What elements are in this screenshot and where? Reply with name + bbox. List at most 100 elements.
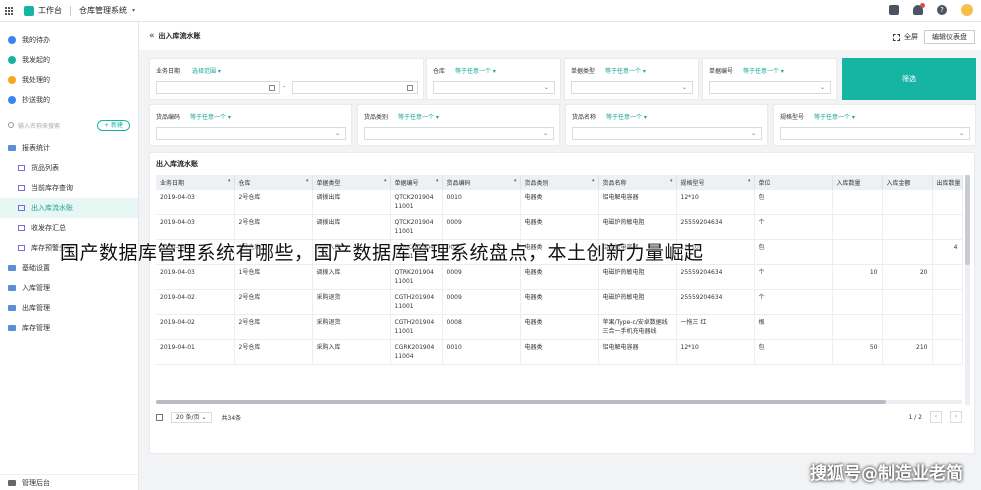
filter-mode-select[interactable]: 等于任意一个 ▾	[814, 112, 855, 121]
next-page-button[interactable]: ›	[950, 411, 962, 423]
column-header-label: 入库金额	[886, 180, 911, 187]
sidebar-item-1[interactable]: 我发起的	[0, 50, 138, 70]
table-cell: 电磁炉热敏电阻	[598, 214, 677, 240]
column-header[interactable]: 入库金额	[882, 175, 933, 190]
edit-dashboard-button[interactable]: 编辑仪表盘	[924, 30, 975, 44]
column-header[interactable]: 业务日期 ▾	[156, 175, 235, 190]
code-select[interactable]: ⌄	[156, 127, 346, 140]
sort-icon[interactable]: ▾	[384, 178, 387, 184]
filter-mode-select[interactable]: 等于任意一个 ▾	[398, 112, 439, 121]
sort-icon[interactable]: ▾	[514, 178, 517, 184]
warehouse-select[interactable]: ⌄	[433, 81, 555, 94]
table-cell	[832, 190, 883, 215]
column-header[interactable]: 货品类别 ▾	[520, 175, 599, 190]
category-select[interactable]: ⌄	[364, 127, 554, 140]
filter-mode-select[interactable]: 等于任意一个 ▾	[190, 112, 231, 121]
spec-select[interactable]: ⌄	[780, 127, 970, 140]
table-row[interactable]: 2019-04-02 2号仓库 采购退货 CGTH201904 11001 0009 电器…	[156, 289, 963, 315]
sidebar-group-inventory[interactable]: 库存管理	[0, 318, 138, 338]
avatar[interactable]	[961, 4, 973, 16]
vertical-scrollbar[interactable]	[965, 175, 970, 405]
column-header[interactable]: 货品名称 ▾	[598, 175, 677, 190]
sort-icon[interactable]: ▾	[670, 178, 673, 184]
sidebar-report-item[interactable]: 货品列表	[0, 158, 138, 178]
divider	[70, 5, 71, 16]
sidebar-group-inbound[interactable]: 入库管理	[0, 278, 138, 298]
admin-link[interactable]: 管理后台	[0, 474, 139, 490]
column-header[interactable]: 出库数量	[932, 175, 963, 190]
scroll-thumb[interactable]	[965, 175, 970, 265]
sidebar-group-outbound[interactable]: 出库管理	[0, 298, 138, 318]
filter-mode-select[interactable]: 等于任意一个 ▾	[605, 66, 646, 75]
doctype-select[interactable]: ⌄	[571, 81, 693, 94]
book-icon[interactable]	[889, 5, 899, 15]
chevron-down-icon[interactable]: ▾	[132, 7, 135, 14]
table-row[interactable]: 2019-04-01 2号仓库 采购入库 CGRK201904 11004 0010 电器…	[156, 339, 963, 365]
table-row[interactable]: 2019-04-03 2号仓库 调拨出库 QTCK201904 11001 0010 电器…	[156, 190, 963, 215]
search-icon	[8, 122, 14, 128]
chevron-down-icon: ⌄	[543, 84, 549, 91]
table-cell	[932, 314, 963, 340]
table-row[interactable]: 2019-04-03 1号仓库 调拨入库 QTRK201904 11001 0009 电器…	[156, 264, 963, 290]
table-cell: 电磁炉热敏电阻	[598, 264, 677, 290]
sort-icon[interactable]: ▾	[748, 178, 751, 184]
app-switcher[interactable]: 仓库管理系统	[79, 5, 127, 16]
sidebar-report-item[interactable]: 当前库存查询	[0, 178, 138, 198]
help-icon[interactable]: ?	[937, 5, 947, 15]
name-select[interactable]: ⌄	[572, 127, 762, 140]
table-cell: 个	[754, 289, 833, 315]
date-start-input[interactable]	[156, 81, 280, 94]
column-header[interactable]: 入库数量	[832, 175, 883, 190]
docno-select[interactable]: ⌄	[709, 81, 831, 94]
search-input[interactable]: 输入名称来搜索	[8, 119, 97, 131]
bell-icon[interactable]	[913, 3, 925, 15]
sidebar-group-reports[interactable]: 报表统计	[0, 138, 138, 158]
sort-icon[interactable]: ▾	[592, 178, 595, 184]
column-header-label: 单据类型	[316, 180, 341, 187]
layout-icon[interactable]	[156, 413, 163, 421]
table-row[interactable]: 2019-04-03 2号仓库 调拨出库 QTCK201904 11001 0009 电器…	[156, 214, 963, 240]
app-grid-icon[interactable]	[0, 0, 18, 22]
page-size-select[interactable]: 20 条/页 ⌄	[171, 411, 212, 423]
table-cell	[882, 190, 933, 215]
sidebar-item-0[interactable]: 我的待办	[0, 30, 138, 50]
table-cell: 12*10	[676, 190, 755, 215]
table-cell: 0009	[442, 214, 521, 240]
filter-submit-button[interactable]: 筛选	[842, 58, 976, 100]
column-header[interactable]: 货品编码 ▾	[442, 175, 521, 190]
folder-icon	[8, 265, 16, 271]
sidebar-report-item[interactable]: 收发存汇总	[0, 218, 138, 238]
sidebar-report-item[interactable]: 出入库流水账	[0, 198, 138, 218]
prev-page-button[interactable]: ‹	[930, 411, 942, 423]
table-cell: 个	[754, 264, 833, 290]
sidebar-item-3[interactable]: 抄送我的	[0, 90, 138, 110]
table-cell	[932, 264, 963, 290]
sort-icon[interactable]: ▾	[436, 178, 439, 184]
sidebar-item-2[interactable]: 我处理的	[0, 70, 138, 90]
table-cell	[882, 289, 933, 315]
table-row[interactable]: 2019-04-02 2号仓库 采购退货 CGTH201904 11001 0008 电器…	[156, 314, 963, 340]
column-header[interactable]: 规格型号 ▾	[676, 175, 755, 190]
sort-icon[interactable]: ▾	[228, 178, 231, 184]
column-header[interactable]: 单据类型 ▾	[312, 175, 391, 190]
fullscreen-button[interactable]: 全屏	[893, 32, 918, 42]
column-header[interactable]: 仓库 ▾	[234, 175, 313, 190]
sidebar-item-label: 我发起的	[22, 56, 50, 64]
filter-mode-select[interactable]: 选择范围 ▾	[192, 66, 221, 75]
column-header[interactable]: 单位	[754, 175, 833, 190]
filter-mode-select[interactable]: 等于任意一个 ▾	[743, 66, 784, 75]
total-count: 共34条	[221, 414, 242, 422]
workspace-link[interactable]: 工作台	[38, 5, 62, 16]
horizontal-scrollbar[interactable]	[156, 400, 962, 404]
new-button[interactable]: + 新建	[97, 119, 130, 131]
table-cell: 2019-04-03	[156, 214, 235, 240]
chevron-down-icon: ⌄	[958, 130, 964, 137]
date-end-input[interactable]	[292, 81, 418, 94]
scroll-thumb[interactable]	[156, 400, 886, 404]
collapse-sidebar-icon[interactable]: «	[149, 31, 155, 41]
filter-mode-select[interactable]: 等于任意一个 ▾	[606, 112, 647, 121]
sidebar-report-label: 货品列表	[31, 164, 59, 172]
column-header[interactable]: 单据编号 ▾	[390, 175, 443, 190]
sort-icon[interactable]: ▾	[306, 178, 309, 184]
filter-mode-select[interactable]: 等于任意一个 ▾	[455, 66, 496, 75]
